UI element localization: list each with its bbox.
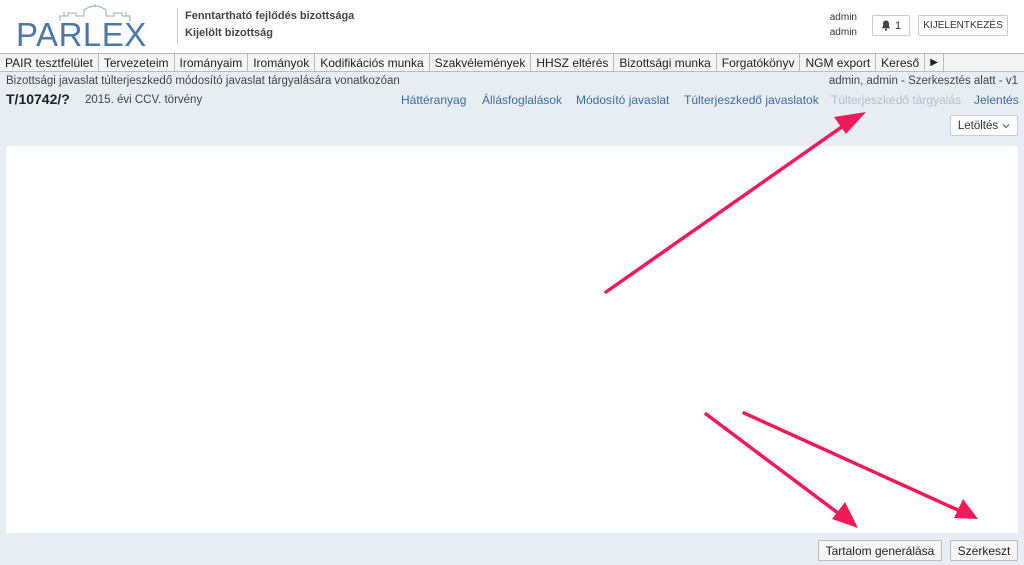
app-header: PARLEX Fenntartható fejlődés bizottsága … <box>0 0 1024 53</box>
menu-item-szakvelemenyek[interactable]: Szakvélemények <box>430 54 532 71</box>
document-title: Bizottsági javaslat túlterjeszkedő módos… <box>6 75 400 87</box>
committee-type: Kijelölt bizottság <box>185 27 273 39</box>
edit-button[interactable]: Szerkeszt <box>950 540 1018 561</box>
document-subtitle: 2015. évi CCV. törvény <box>85 94 203 106</box>
download-button[interactable]: Letöltés <box>950 115 1018 136</box>
chevron-down-icon <box>1002 123 1010 128</box>
nav-link-hatteranyag[interactable]: Háttéranyag <box>401 93 466 107</box>
document-id: T/10742/? <box>6 91 70 107</box>
header-divider <box>177 8 178 44</box>
nav-link-jelentes[interactable]: Jelentés <box>974 93 1019 107</box>
menu-item-forgatokonyv[interactable]: Forgatókönyv <box>717 54 801 71</box>
main-menu: PAIR tesztfelület Tervezeteim Irományaim… <box>0 53 1024 72</box>
document-status: admin, admin - Szerkesztés alatt - v1 <box>828 75 1018 87</box>
menu-item-ngm-export[interactable]: NGM export <box>800 54 877 71</box>
menu-item-tervezeteim[interactable]: Tervezeteim <box>99 54 175 71</box>
menu-item-kodifikacios-munka[interactable]: Kodifikációs munka <box>315 54 430 71</box>
notification-count: 1 <box>894 19 902 32</box>
notifications-button[interactable]: 1 <box>872 15 910 36</box>
download-label: Letöltés <box>957 119 999 132</box>
annotation-arrowhead-tab <box>834 112 866 134</box>
bell-icon <box>881 20 891 31</box>
document-content-area[interactable] <box>6 146 1018 533</box>
logo-text: PARLEX <box>16 16 147 53</box>
menu-item-kereso[interactable]: Kereső <box>876 54 926 71</box>
nav-link-allasfoglalasok[interactable]: Állásfoglalások <box>482 93 562 107</box>
menu-item-bizottsagi-munka[interactable]: Bizottsági munka <box>614 54 717 71</box>
user-role: admin <box>829 27 857 38</box>
menu-item-pair[interactable]: PAIR tesztfelület <box>0 54 99 71</box>
menu-more-icon[interactable]: ▶ <box>925 54 944 71</box>
menu-item-iromanyaim[interactable]: Irományaim <box>175 54 249 71</box>
nav-link-modosito-javaslat[interactable]: Módosító javaslat <box>576 93 669 107</box>
committee-name: Fenntartható fejlődés bizottsága <box>185 10 355 22</box>
parlex-logo[interactable]: PARLEX <box>16 4 162 53</box>
nav-link-tulterjeszkedo-javaslatok[interactable]: Túlterjeszkedő javaslatok <box>684 93 819 107</box>
generate-content-button[interactable]: Tartalom generálása <box>818 540 942 561</box>
menu-item-iromanyok[interactable]: Irományok <box>248 54 316 71</box>
user-name: admin <box>829 12 857 23</box>
logout-button[interactable]: KIJELENTKEZÉS <box>918 15 1008 36</box>
nav-link-tulterjeszkedo-targyalas: Túlterjeszkedő tárgyalás <box>831 93 962 107</box>
menu-item-hhsz-elteres[interactable]: HHSZ eltérés <box>531 54 615 71</box>
